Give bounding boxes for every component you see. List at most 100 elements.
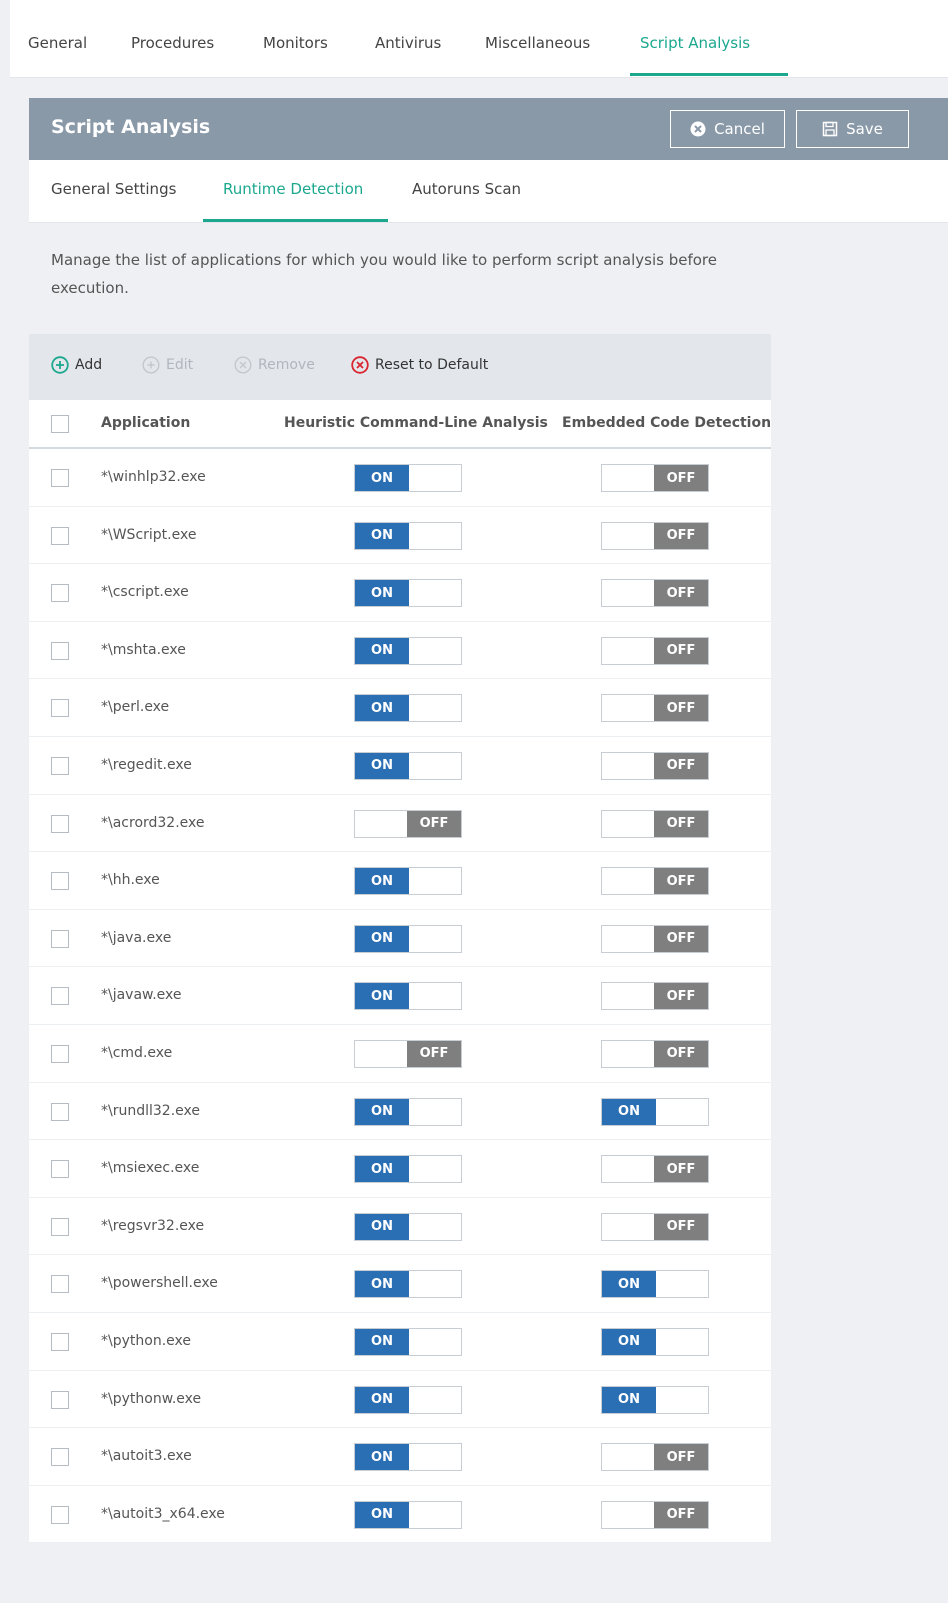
- script-analysis-panel: Script Analysis Cancel Save General Sett…: [29, 98, 948, 1603]
- select-all-checkbox[interactable]: [51, 415, 69, 433]
- description-text: Manage the list of applications for whic…: [51, 251, 717, 297]
- subtab-general-settings[interactable]: General Settings: [51, 180, 176, 198]
- application-name: *\javaw.exe: [101, 987, 182, 1004]
- row-checkbox[interactable]: [51, 1044, 69, 1063]
- add-button[interactable]: Add: [51, 356, 102, 374]
- embedded-toggle[interactable]: OFF: [601, 1500, 709, 1529]
- application-name: *\mshta.exe: [101, 641, 186, 658]
- subtab-autoruns-scan[interactable]: Autoruns Scan: [412, 180, 521, 198]
- row-checkbox[interactable]: [51, 1217, 69, 1236]
- table-row: *\autoit3.exe ON OFF: [29, 1428, 771, 1486]
- row-checkbox[interactable]: [51, 814, 69, 833]
- save-label: Save: [846, 120, 883, 138]
- heuristic-toggle-label: OFF: [407, 1040, 461, 1067]
- embedded-toggle-label: OFF: [654, 637, 708, 664]
- reset-to-default-button[interactable]: Reset to Default: [351, 356, 488, 374]
- row-checkbox[interactable]: [51, 1332, 69, 1351]
- embedded-toggle[interactable]: OFF: [601, 751, 709, 780]
- embedded-toggle-label: OFF: [654, 925, 708, 952]
- embedded-toggle[interactable]: OFF: [601, 579, 709, 608]
- row-checkbox[interactable]: [51, 1390, 69, 1409]
- heuristic-toggle[interactable]: ON: [354, 1270, 462, 1299]
- heuristic-toggle[interactable]: OFF: [354, 809, 462, 838]
- embedded-toggle[interactable]: OFF: [601, 867, 709, 896]
- embedded-toggle[interactable]: OFF: [601, 924, 709, 953]
- embedded-toggle[interactable]: OFF: [601, 636, 709, 665]
- embedded-toggle[interactable]: OFF: [601, 809, 709, 838]
- embedded-toggle-label: ON: [602, 1271, 656, 1298]
- row-checkbox[interactable]: [51, 872, 69, 891]
- heuristic-toggle[interactable]: ON: [354, 579, 462, 608]
- row-checkbox[interactable]: [51, 1160, 69, 1179]
- embedded-toggle[interactable]: OFF: [601, 694, 709, 723]
- heuristic-toggle[interactable]: ON: [354, 694, 462, 723]
- embedded-toggle[interactable]: OFF: [601, 982, 709, 1011]
- cancel-button[interactable]: Cancel: [670, 110, 785, 148]
- row-checkbox[interactable]: [51, 756, 69, 775]
- embedded-toggle[interactable]: ON: [601, 1327, 709, 1356]
- heuristic-toggle[interactable]: ON: [354, 464, 462, 492]
- row-checkbox[interactable]: [51, 987, 69, 1006]
- tab-antivirus[interactable]: Antivirus: [375, 34, 441, 52]
- row-checkbox[interactable]: [51, 526, 69, 545]
- row-checkbox[interactable]: [51, 929, 69, 948]
- embedded-toggle-label: OFF: [654, 1156, 708, 1183]
- row-checkbox[interactable]: [51, 584, 69, 603]
- embedded-toggle[interactable]: OFF: [601, 1212, 709, 1241]
- row-checkbox[interactable]: [51, 1505, 69, 1524]
- heuristic-toggle-label: ON: [355, 522, 409, 549]
- heuristic-toggle[interactable]: ON: [354, 1443, 462, 1472]
- heuristic-toggle[interactable]: ON: [354, 636, 462, 665]
- heuristic-toggle-label: ON: [355, 1213, 409, 1240]
- panel-title: Script Analysis: [51, 116, 211, 138]
- applications-table: Application Heuristic Command-Line Analy…: [29, 400, 771, 1544]
- save-button[interactable]: Save: [796, 110, 909, 148]
- tab-general[interactable]: General: [28, 34, 87, 52]
- heuristic-toggle[interactable]: ON: [354, 751, 462, 780]
- row-checkbox[interactable]: [51, 641, 69, 660]
- remove-button[interactable]: Remove: [234, 356, 315, 374]
- top-nav: General Procedures Monitors Antivirus Mi…: [10, 0, 948, 78]
- heuristic-toggle[interactable]: ON: [354, 924, 462, 953]
- heuristic-toggle[interactable]: ON: [354, 982, 462, 1011]
- heuristic-toggle[interactable]: ON: [354, 1327, 462, 1356]
- row-checkbox[interactable]: [51, 699, 69, 718]
- embedded-toggle[interactable]: ON: [601, 1097, 709, 1126]
- subtab-runtime-detection[interactable]: Runtime Detection: [223, 180, 363, 198]
- row-checkbox[interactable]: [51, 1448, 69, 1467]
- tab-script-analysis[interactable]: Script Analysis: [640, 34, 750, 52]
- edit-button[interactable]: Edit: [142, 356, 193, 374]
- heuristic-toggle[interactable]: ON: [354, 1385, 462, 1414]
- row-checkbox[interactable]: [51, 1102, 69, 1121]
- table-row: *\msiexec.exe ON OFF: [29, 1140, 771, 1198]
- table-row: *\python.exe ON ON: [29, 1312, 771, 1371]
- tab-miscellaneous[interactable]: Miscellaneous: [485, 34, 590, 52]
- embedded-toggle[interactable]: OFF: [601, 464, 709, 492]
- table-row: *\cmd.exe OFF OFF: [29, 1024, 771, 1083]
- heuristic-toggle[interactable]: ON: [354, 521, 462, 550]
- embedded-toggle[interactable]: ON: [601, 1270, 709, 1299]
- heuristic-toggle[interactable]: ON: [354, 1155, 462, 1184]
- heuristic-toggle-label: ON: [355, 1501, 409, 1528]
- tab-monitors[interactable]: Monitors: [263, 34, 328, 52]
- row-checkbox[interactable]: [51, 1275, 69, 1294]
- embedded-toggle[interactable]: OFF: [601, 1443, 709, 1472]
- heuristic-toggle-label: ON: [355, 580, 409, 607]
- heuristic-toggle-label: ON: [355, 1271, 409, 1298]
- row-checkbox[interactable]: [51, 469, 69, 487]
- embedded-toggle[interactable]: OFF: [601, 521, 709, 550]
- heuristic-toggle[interactable]: OFF: [354, 1039, 462, 1068]
- sub-tabs: General Settings Runtime Detection Autor…: [29, 160, 948, 223]
- embedded-toggle[interactable]: OFF: [601, 1039, 709, 1068]
- embedded-toggle-label: OFF: [654, 752, 708, 779]
- embedded-toggle[interactable]: OFF: [601, 1155, 709, 1184]
- heuristic-toggle[interactable]: ON: [354, 1097, 462, 1126]
- embedded-toggle[interactable]: ON: [601, 1385, 709, 1414]
- application-name: *\python.exe: [101, 1332, 191, 1349]
- add-icon: [51, 356, 69, 374]
- heuristic-toggle[interactable]: ON: [354, 867, 462, 896]
- save-icon: [822, 121, 838, 137]
- heuristic-toggle[interactable]: ON: [354, 1212, 462, 1241]
- heuristic-toggle[interactable]: ON: [354, 1500, 462, 1529]
- tab-procedures[interactable]: Procedures: [131, 34, 214, 52]
